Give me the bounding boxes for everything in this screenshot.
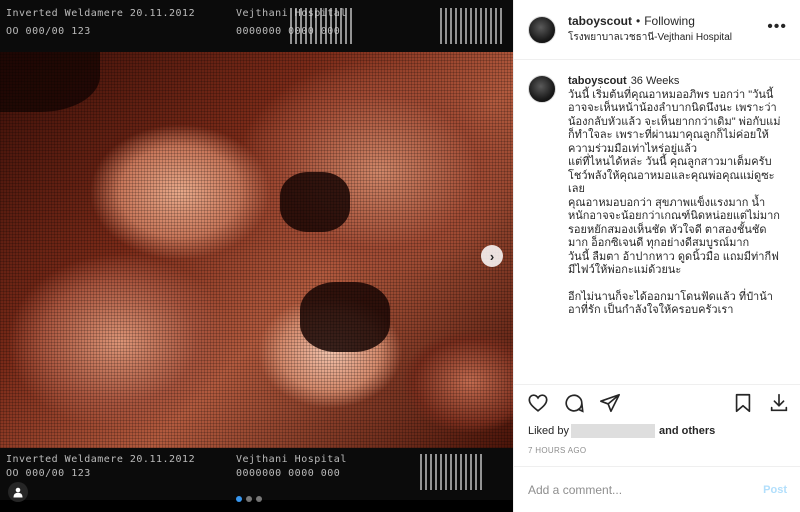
ultrasound-image <box>0 52 513 448</box>
user-silhouette-icon <box>13 487 23 498</box>
likes-summary: Liked by and others <box>528 424 715 438</box>
share-icon[interactable] <box>598 391 622 415</box>
following-button[interactable]: Following <box>644 14 695 29</box>
scan-hospital-text: Vejthani Hospital <box>236 454 347 465</box>
caption-line: อีกไม่นานก็จะได้ออกมาโดนฟัดแล้ว ที่ป๋าน้… <box>568 290 773 317</box>
scan-info-text: Inverted Weldamere 20.11.2012 <box>6 454 196 465</box>
scan-scale-bars <box>420 454 482 490</box>
avatar[interactable] <box>528 15 556 44</box>
caption-line: วันนี้ เริ่มต้นที่คุณอาหมออภิพร บอกว่า "… <box>568 88 781 155</box>
comments-area[interactable]: taboyscout 36 Weeks วันนี้ เริ่มต้นที่คุณ… <box>514 61 800 384</box>
scan-info-text: Inverted Weldamere 20.11.2012 <box>6 8 196 19</box>
carousel-dot <box>246 496 252 502</box>
post-side-panel: taboyscout • Following โรงพยาบาลเวชธานี-… <box>513 0 800 512</box>
heart-icon[interactable] <box>526 391 550 415</box>
action-bar-right <box>731 391 791 415</box>
username-link[interactable]: taboyscout <box>568 14 632 29</box>
ultrasound-footer-strip: Inverted Weldamere 20.11.2012 OO 000/00 … <box>0 448 513 500</box>
caption-username[interactable]: taboyscout <box>568 75 627 87</box>
redacted-username <box>570 424 655 438</box>
add-comment-bar: Post <box>514 466 800 512</box>
comment-icon[interactable] <box>562 391 586 415</box>
header-text: taboyscout • Following โรงพยาบาลเวชธานี-… <box>568 14 732 45</box>
scan-info-subtext: OO 000/00 123 <box>6 26 91 37</box>
caption: taboyscout 36 Weeks วันนี้ เริ่มต้นที่คุณ… <box>568 75 785 384</box>
scan-info-subtext: OO 000/00 123 <box>6 468 91 479</box>
likes-others-link[interactable]: and others <box>659 425 715 437</box>
more-options-icon[interactable]: ••• <box>767 18 787 36</box>
chevron-right-icon[interactable]: › <box>481 245 503 267</box>
caption-line: วันนี้ ลืมตา อ้าปากหาว ดูดนิ้วมือ แถมมีท… <box>568 250 779 277</box>
ultrasound-header-strip: Inverted Weldamere 20.11.2012 OO 000/00 … <box>0 0 513 52</box>
caption-line: แต่ที่ไหนได้หล่ะ วันนี้ คุณลูกสาวมาเต็มค… <box>568 156 775 195</box>
caption-line: taboyscout 36 Weeks <box>568 75 785 89</box>
header-line: taboyscout • Following <box>568 14 732 29</box>
bookmark-icon[interactable] <box>731 391 755 415</box>
image-shadow <box>0 52 100 112</box>
image-shadow <box>280 172 350 232</box>
download-icon[interactable] <box>767 391 791 415</box>
post-media[interactable]: Inverted Weldamere 20.11.2012 OO 000/00 … <box>0 0 513 512</box>
likes-prefix: Liked by <box>528 425 569 437</box>
avatar[interactable] <box>528 75 556 103</box>
caption-line: คุณอาหมอบอกว่า สุขภาพแข็งแรงมาก น้ำหนักอ… <box>568 196 784 250</box>
comment-input[interactable] <box>528 482 764 497</box>
scan-hospital-subtext: 0000000 0000 000 <box>236 468 341 479</box>
carousel-dot <box>236 496 242 502</box>
post-button[interactable]: Post <box>763 484 787 496</box>
instagram-post-modal: Inverted Weldamere 20.11.2012 OO 000/00 … <box>0 0 800 512</box>
separator-dot: • <box>636 14 641 28</box>
scan-scale-bars <box>290 8 352 44</box>
scan-scale-bars <box>440 8 502 44</box>
carousel-indicator <box>236 496 262 502</box>
location-link[interactable]: โรงพยาบาลเวชธานี-Vejthani Hospital <box>568 30 732 45</box>
image-shadow <box>300 282 390 352</box>
carousel-dot <box>256 496 262 502</box>
post-timestamp[interactable]: 7 HOURS AGO <box>528 446 586 455</box>
action-bar <box>514 384 800 420</box>
user-tag-icon[interactable] <box>8 482 28 502</box>
caption-text: 36 Weeks <box>630 75 680 87</box>
post-header: taboyscout • Following โรงพยาบาลเวชธานี-… <box>514 0 800 60</box>
